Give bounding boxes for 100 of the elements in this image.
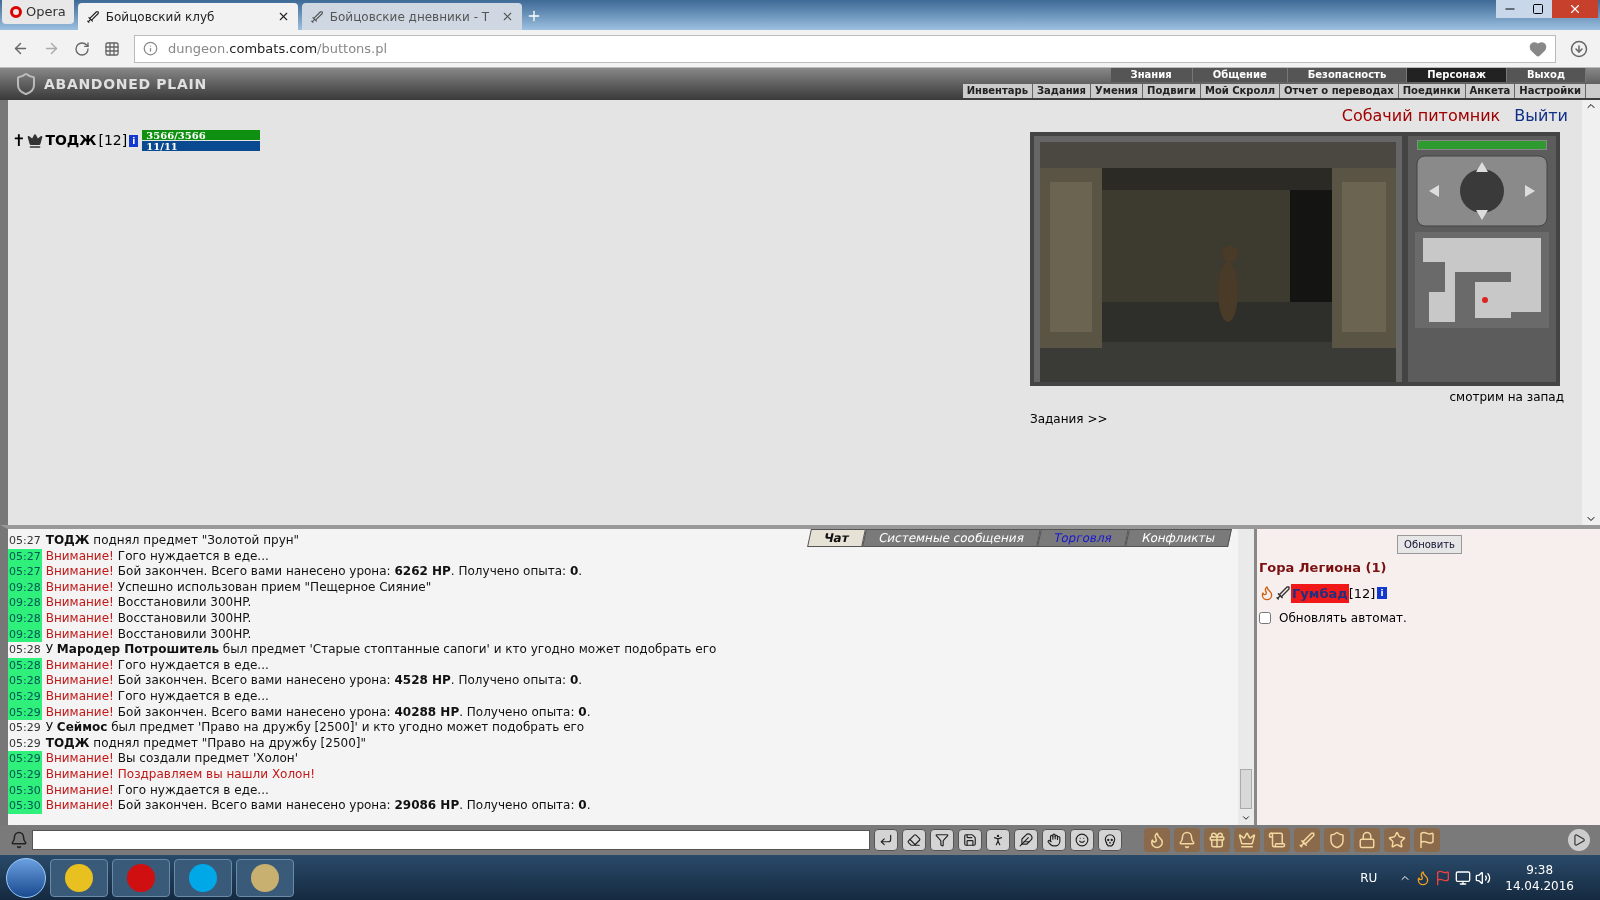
message-time: 05:29 xyxy=(8,720,42,736)
sub-menu-item[interactable]: Настройки xyxy=(1515,84,1586,98)
message-time: 09:28 xyxy=(8,595,42,611)
tab-favicon-icon xyxy=(309,9,324,24)
lock-icon[interactable] xyxy=(1354,828,1380,852)
sword-icon[interactable] xyxy=(1294,828,1320,852)
scroll-thumb[interactable] xyxy=(1240,769,1252,809)
character-name[interactable]: ТОДЖ xyxy=(45,130,97,151)
refresh-button[interactable]: Обновить xyxy=(1397,535,1462,554)
alert-label: Внимание! xyxy=(45,657,114,674)
chat-message: Успешно использован прием "Пещерное Сияние" xyxy=(117,579,432,596)
navigation-pad-icon[interactable] xyxy=(1415,154,1549,228)
chat-message: Бой закончен. Всего вами нанесено урона: 6262 HP. Получено опыта: 0. xyxy=(117,564,583,580)
chat-tab[interactable]: Чат xyxy=(807,529,866,547)
message-time: 05:28 xyxy=(8,642,42,658)
hand-icon[interactable] xyxy=(1042,829,1066,851)
info-button[interactable]: i xyxy=(1377,587,1387,600)
sub-menu-item[interactable]: Анкета xyxy=(1465,84,1516,98)
shield-icon[interactable] xyxy=(1324,828,1350,852)
clock-date: 14.04.2016 xyxy=(1505,877,1574,894)
tab-favicon-icon xyxy=(85,9,100,24)
main-menu-item[interactable]: Знания xyxy=(1110,68,1193,82)
sub-menu-item[interactable]: Мой Скролл xyxy=(1200,84,1281,98)
info-button[interactable]: i xyxy=(129,134,139,147)
save-icon[interactable] xyxy=(958,829,982,851)
browser-tab[interactable]: Бойцовский клуб xyxy=(77,3,298,30)
quests-link[interactable]: Задания >> xyxy=(1030,410,1570,428)
skull-icon[interactable] xyxy=(1098,829,1122,851)
alert-label: Внимание! xyxy=(45,673,114,689)
scrollbar[interactable] xyxy=(1582,100,1600,525)
alert-label: Внимание! xyxy=(45,626,114,643)
chat-message: Бой закончен. Всего вами нанесено урона: 40288 HP. Получено опыта: 0. xyxy=(117,704,591,721)
sound-icon[interactable] xyxy=(10,831,28,849)
main-menu-item[interactable]: Безопасность xyxy=(1287,68,1408,82)
play-icon[interactable] xyxy=(1568,829,1590,851)
cross-icon: ✝ xyxy=(12,132,26,149)
language-indicator[interactable]: RU xyxy=(1360,868,1378,887)
flag-icon[interactable] xyxy=(1414,828,1440,852)
character-level: [12] xyxy=(98,131,128,150)
location-title: Собачий питомник xyxy=(1341,105,1501,127)
chat-message: Гого нуждается в еде... xyxy=(117,548,269,565)
scroll-down-icon[interactable] xyxy=(1241,813,1251,823)
message-time: 05:29 xyxy=(8,751,42,767)
main-menu-item[interactable]: Общение xyxy=(1192,68,1288,82)
volume-icon[interactable] xyxy=(1475,869,1492,886)
reload-icon[interactable] xyxy=(74,40,90,57)
chat-message: Бой закончен. Всего вами нанесено урона: 4528 HP. Получено опыта: 0. xyxy=(117,673,583,689)
network-icon[interactable] xyxy=(1455,869,1472,886)
maximize-icon[interactable] xyxy=(1524,0,1552,18)
player-status-icon xyxy=(1259,585,1275,602)
return-icon[interactable] xyxy=(874,829,898,851)
bookmark-icon[interactable] xyxy=(1529,39,1547,58)
message-time: 05:30 xyxy=(8,798,42,814)
bell-icon[interactable] xyxy=(1174,828,1200,852)
gift-icon[interactable] xyxy=(1204,828,1230,852)
speed-dial-icon[interactable] xyxy=(104,40,120,57)
sub-menu-item[interactable]: Отчет о переводах xyxy=(1280,84,1399,98)
browser-menu-button[interactable]: Opera xyxy=(2,0,74,24)
chat-scrollbar[interactable] xyxy=(1238,529,1254,825)
alert-label: Внимание! xyxy=(45,564,114,580)
exit-link[interactable]: Выйти xyxy=(1514,104,1568,128)
sub-menu-item[interactable]: Инвентарь xyxy=(962,84,1033,98)
back-icon[interactable] xyxy=(12,40,29,57)
sub-menu-item[interactable]: Поединки xyxy=(1398,84,1466,98)
address-field[interactable]: dungeon.combats.com/buttons.pl xyxy=(134,34,1556,63)
chat-tab[interactable]: Конфликты xyxy=(1124,529,1232,547)
scroll-icon[interactable] xyxy=(1264,828,1290,852)
sub-menu-item[interactable]: Подвиги xyxy=(1143,84,1201,98)
feather-icon[interactable] xyxy=(1014,829,1038,851)
alert-label: Внимание! xyxy=(45,782,114,799)
chat-tab[interactable]: Системные сообщения xyxy=(862,529,1041,547)
message-time: 05:27 xyxy=(8,548,42,565)
tab-title: Бойцовские дневники - Т xyxy=(329,8,491,26)
start-button[interactable] xyxy=(6,857,46,898)
eraser-icon[interactable] xyxy=(902,829,926,851)
smile-icon[interactable] xyxy=(1070,829,1094,851)
chat-message: Гого нуждается в еде... xyxy=(117,657,269,674)
sub-menu-item[interactable]: Задания xyxy=(1033,84,1092,98)
chat-message: Восстановили 300HP. xyxy=(117,626,252,643)
chat-message: Гого нуждается в еде... xyxy=(117,688,269,705)
chat-message: Восстановили 300HP. xyxy=(117,595,252,611)
chat-message: У Сеймос был предмет 'Право на дружбу [2500]' и кто угодно может подобрать его xyxy=(45,720,585,736)
main-menu-item[interactable]: Персонаж xyxy=(1407,68,1507,82)
figure-icon[interactable] xyxy=(986,829,1010,851)
clan-icon xyxy=(27,132,44,149)
main-menu-item[interactable]: Выход xyxy=(1506,68,1586,82)
chat-message: У Мародер Потрошитель был предмет 'Старые стоптанные сапоги' и кто угодно может подобрать его xyxy=(45,642,717,658)
logo-emblem-icon xyxy=(14,72,38,96)
alert-label: Внимание! xyxy=(45,610,114,627)
minimize-icon[interactable] xyxy=(1496,0,1524,18)
sub-menu-item[interactable]: Умения xyxy=(1091,84,1144,98)
chat-message: ТОДЖ поднял предмет "Право на дружбу [2500]" xyxy=(45,735,367,752)
crown-icon[interactable] xyxy=(1234,828,1260,852)
chat-input[interactable] xyxy=(32,830,870,850)
filter-icon[interactable] xyxy=(930,829,954,851)
auto-refresh-checkbox[interactable] xyxy=(1259,612,1271,624)
download-icon[interactable] xyxy=(1570,39,1588,58)
alert-label: Внимание! xyxy=(45,548,114,565)
flame-icon[interactable] xyxy=(1144,828,1170,852)
browser-tab[interactable]: Бойцовские дневники - Т xyxy=(301,3,522,30)
